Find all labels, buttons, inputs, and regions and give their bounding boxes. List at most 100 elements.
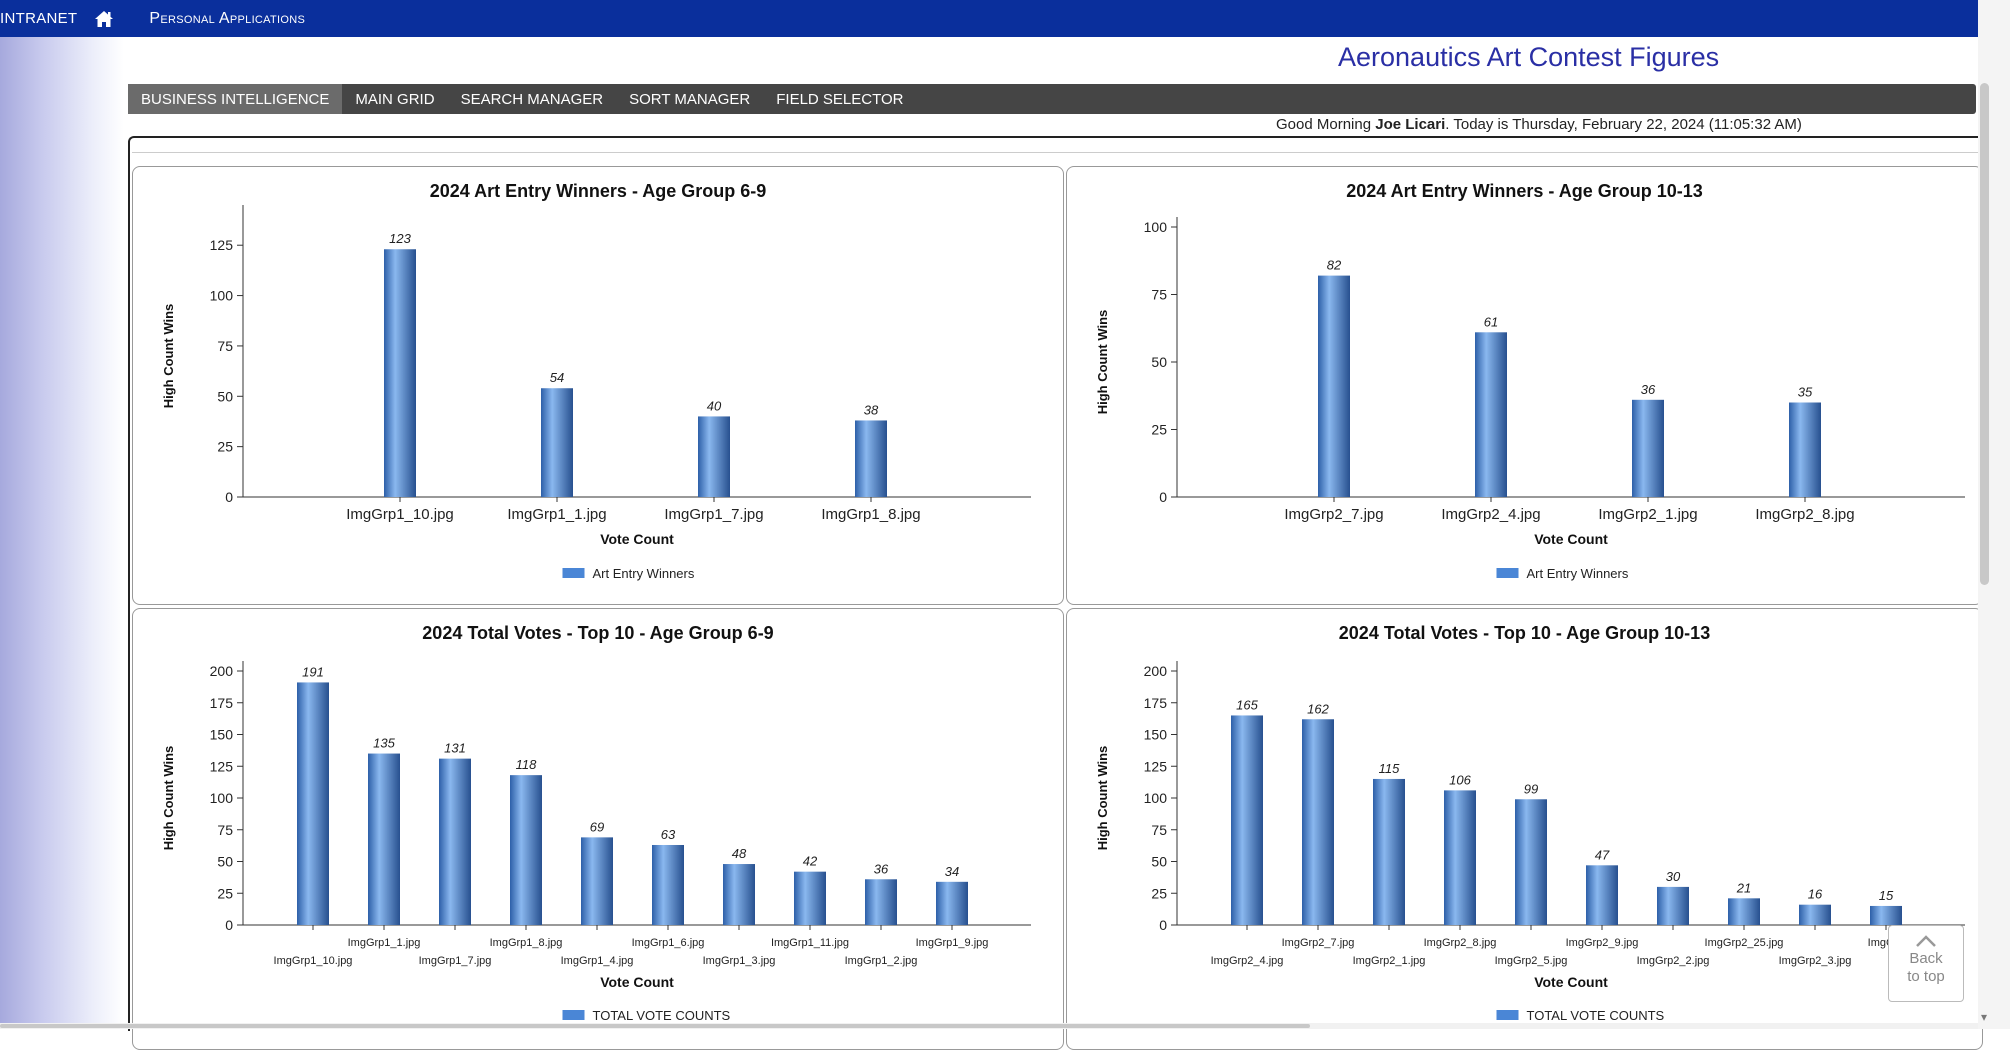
bar	[936, 881, 968, 925]
back-to-top-line2: to top	[1907, 968, 1945, 985]
y-tick-label: 50	[1151, 854, 1167, 870]
bar	[1657, 886, 1689, 925]
bar	[1231, 715, 1263, 925]
legend-swatch	[562, 568, 585, 578]
x-tick-label: ImgGrp2_9.jpg	[1566, 937, 1639, 949]
data-label: 16	[1808, 887, 1823, 902]
x-tick-label: ImgGrp1_4.jpg	[561, 955, 634, 967]
data-label: 61	[1484, 314, 1498, 329]
data-label: 42	[803, 854, 818, 869]
y-axis-title: High Count Wins	[161, 746, 176, 851]
x-tick-label: ImgGrp1_7.jpg	[664, 506, 763, 523]
scrollbar-thumb[interactable]	[1980, 83, 1989, 585]
data-label: 106	[1449, 772, 1471, 787]
x-tick-label: ImgGrp1_1.jpg	[348, 937, 421, 949]
x-tick-label: ImgGrp1_7.jpg	[419, 955, 492, 967]
y-tick-label: 0	[225, 489, 233, 505]
intranet-link[interactable]: INTRANET	[0, 10, 77, 27]
frame-divider	[132, 152, 1978, 153]
horizontal-scrollbar[interactable]	[0, 1023, 1978, 1029]
legend-label: Art Entry Winners	[593, 566, 695, 581]
bar	[652, 844, 684, 925]
chevron-up-icon	[1916, 935, 1936, 947]
data-label: 118	[516, 757, 537, 772]
data-label: 165	[1236, 697, 1258, 712]
x-tick-label: ImgGrp2_8.jpg	[1755, 506, 1854, 523]
vertical-scrollbar[interactable]: ▾	[1978, 0, 2010, 1029]
x-tick-label: ImgGrp2_8.jpg	[1424, 937, 1497, 949]
x-axis-title: Vote Count	[1534, 974, 1608, 990]
greeting-user: Joe Licari	[1375, 116, 1446, 133]
data-label: 38	[864, 402, 879, 417]
data-label: 36	[874, 861, 889, 876]
data-label: 123	[389, 231, 411, 246]
hscrollbar-thumb[interactable]	[0, 1024, 1310, 1028]
y-tick-label: 75	[1151, 287, 1167, 303]
bar	[541, 388, 573, 497]
back-to-top-line1: Back	[1909, 950, 1943, 967]
data-label: 115	[1379, 761, 1400, 776]
back-to-top-button[interactable]: Back to top	[1888, 925, 1964, 1002]
data-label: 35	[1798, 385, 1813, 400]
chart-panel-winners-6-9: 2024 Art Entry Winners - Age Group 6-9 0…	[132, 166, 1064, 605]
personal-applications-link[interactable]: Personal Applications	[149, 10, 305, 28]
chart-svg: 0 25 50 75 100 125 150 175 200 High Count Wins 191…	[161, 661, 1031, 1023]
bar	[297, 682, 329, 925]
bar	[855, 420, 887, 497]
data-label: 99	[1524, 781, 1538, 796]
greeting-text: Good Morning Joe Licari. Today is Thursd…	[1276, 116, 1802, 133]
home-icon[interactable]	[93, 8, 115, 30]
main-nav: BUSINESS INTELLIGENCE MAIN GRID SEARCH M…	[128, 84, 1976, 114]
x-tick-label: ImgGrp1_11.jpg	[771, 937, 849, 949]
bar	[1318, 275, 1350, 497]
bar	[865, 879, 897, 925]
tab-main-grid[interactable]: MAIN GRID	[342, 84, 447, 114]
data-label: 47	[1595, 847, 1610, 862]
legend-label: Art Entry Winners	[1527, 566, 1629, 581]
y-tick-label: 25	[1151, 422, 1167, 438]
y-tick-label: 75	[1151, 822, 1167, 838]
data-label: 82	[1327, 258, 1342, 273]
tab-search-manager[interactable]: SEARCH MANAGER	[448, 84, 617, 114]
bar	[723, 864, 755, 925]
greeting-suffix: . Today is Thursday, February 22, 2024 (…	[1445, 116, 1802, 133]
x-tick-label: ImgGrp1_6.jpg	[632, 937, 705, 949]
top-bar: INTRANET Personal Applications	[0, 0, 1978, 37]
x-tick-label: ImgGrp2_7.jpg	[1282, 937, 1355, 949]
bar	[1799, 904, 1831, 925]
x-tick-label: ImgGrp2_7.jpg	[1284, 506, 1383, 523]
bar	[1515, 799, 1547, 925]
tab-field-selector[interactable]: FIELD SELECTOR	[763, 84, 916, 114]
tab-business-intelligence[interactable]: BUSINESS INTELLIGENCE	[128, 84, 343, 114]
y-tick-label: 100	[1144, 790, 1168, 806]
y-tick-label: 25	[217, 439, 233, 455]
scroll-down-arrow-icon[interactable]: ▾	[1981, 1010, 1987, 1024]
x-tick-label: ImgGrp1_10.jpg	[346, 506, 454, 523]
y-axis-title: High Count Wins	[1095, 746, 1110, 851]
y-tick-label: 75	[217, 822, 233, 838]
y-tick-label: 100	[210, 288, 234, 304]
y-axis-title: High Count Wins	[161, 304, 176, 409]
tab-sort-manager[interactable]: SORT MANAGER	[616, 84, 763, 114]
data-label: 30	[1666, 869, 1681, 884]
legend-swatch	[1496, 568, 1519, 578]
legend-swatch	[1496, 1010, 1519, 1020]
y-tick-label: 0	[1159, 489, 1167, 505]
x-tick-label: ImgGrp2_3.jpg	[1779, 955, 1852, 967]
y-tick-label: 0	[225, 917, 233, 933]
x-tick-label: ImgGrp1_8.jpg	[490, 937, 563, 949]
y-tick-label: 25	[1151, 885, 1167, 901]
chart-svg: 0 25 50 75 100 125 High Count Wins 123 ImgGrp1_1…	[161, 205, 1031, 581]
y-tick-label: 125	[1144, 758, 1168, 774]
greeting-prefix: Good Morning	[1276, 116, 1376, 133]
y-axis-title: High Count Wins	[1095, 310, 1110, 415]
data-label: 131	[444, 741, 466, 756]
x-axis-title: Vote Count	[1534, 531, 1608, 547]
y-tick-label: 100	[1144, 219, 1168, 235]
bar	[1632, 399, 1664, 497]
bar	[581, 837, 613, 925]
y-tick-label: 50	[217, 854, 233, 870]
x-tick-label: ImgGrp1_10.jpg	[274, 955, 353, 967]
data-label: 15	[1879, 888, 1894, 903]
data-label: 135	[373, 736, 395, 751]
